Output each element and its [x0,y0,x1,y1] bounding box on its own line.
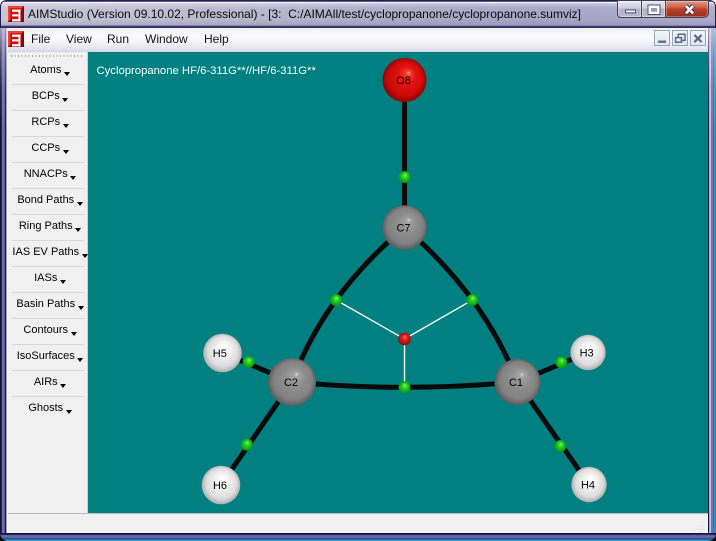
svg-text:H6: H6 [213,480,227,492]
svg-text:O8: O8 [396,75,411,87]
svg-text:Cyclopropanone HF/6-311G**//HF: Cyclopropanone HF/6-311G**//HF/6-311G** [97,65,317,77]
svg-text:C7: C7 [396,223,410,235]
svg-text:H4: H4 [581,480,595,492]
svg-text:H3: H3 [580,348,594,360]
svg-text:C1: C1 [509,377,523,389]
svg-text:C2: C2 [284,377,298,389]
svg-text:H5: H5 [213,348,227,360]
